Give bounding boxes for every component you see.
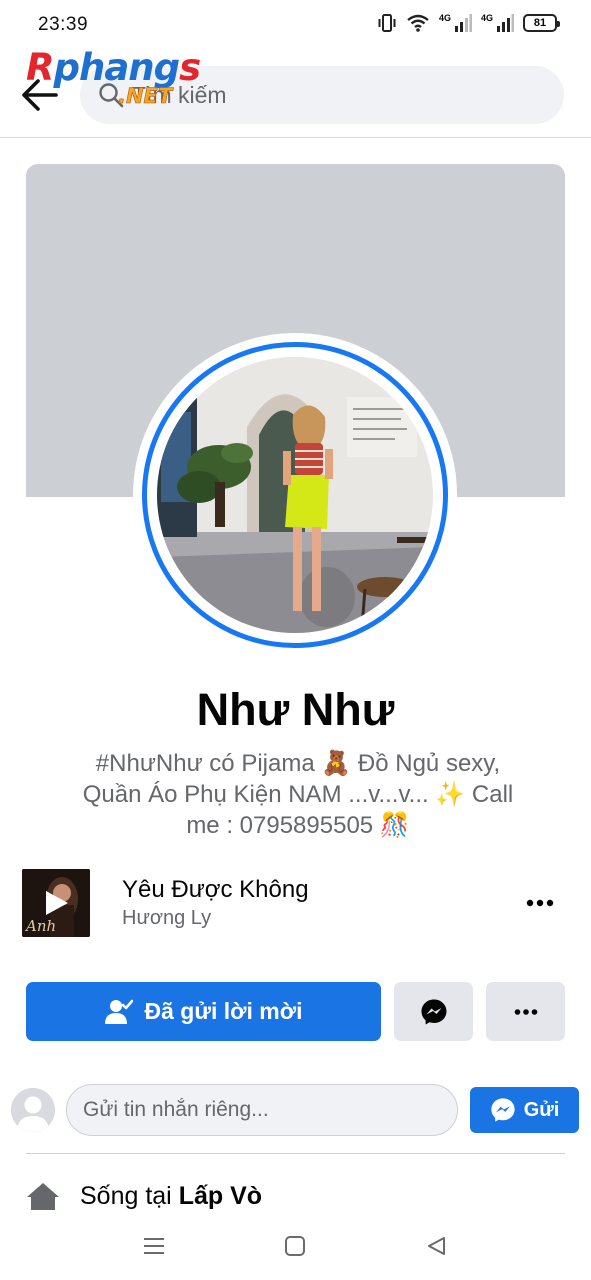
network-label-1: 4G: [438, 13, 451, 23]
signal-icon: [497, 14, 514, 32]
my-avatar: [11, 1088, 55, 1132]
vibrate-icon: [378, 14, 396, 32]
search-input[interactable]: [132, 81, 512, 109]
back-button[interactable]: [18, 74, 60, 116]
battery-indicator: 81: [523, 14, 560, 32]
battery-level: 81: [533, 17, 547, 29]
bio-line: #NhưNhư có Pijama 🧸 Đồ Ngủ sexy,: [95, 750, 501, 777]
music-more-button[interactable]: [520, 887, 560, 919]
bio-line: me : 0795895505 🎊: [186, 812, 410, 839]
profile-bio: #NhưNhư có Pijama 🧸 Đồ Ngủ sexy, Quần Áo…: [58, 748, 538, 841]
more-dots-icon: [526, 899, 554, 907]
song-title: Yêu Được Không: [122, 876, 309, 903]
bio-line: Quần Áo Phụ Kiện NAM ...v...v... ✨ Call: [82, 781, 514, 808]
person-check-icon: [104, 999, 133, 1024]
search-bar[interactable]: [80, 66, 564, 124]
nav-back-button[interactable]: [416, 1230, 456, 1262]
messenger-icon: [421, 999, 446, 1024]
song-cover-text: Anh: [26, 917, 57, 935]
status-icons: 4G 4G 81: [377, 13, 560, 32]
menu-icon: [144, 1238, 164, 1254]
profile-music[interactable]: Anh Yêu Được Không Hương Ly: [22, 869, 570, 937]
private-message-input[interactable]: [66, 1084, 458, 1136]
send-message-button[interactable]: Gửi: [470, 1087, 579, 1133]
song-artist: Hương Ly: [122, 907, 212, 929]
network-label-2: 4G: [480, 13, 493, 23]
profile-name: Như Như: [196, 684, 395, 735]
signal-icon: [454, 14, 472, 32]
system-nav-bar: [0, 1210, 591, 1280]
wifi-icon: [407, 14, 429, 32]
profile-avatar[interactable]: [157, 357, 433, 633]
triangle-back-icon: [428, 1237, 445, 1255]
location-text: Sống tại Lấp Vò: [80, 1182, 262, 1211]
friend-request-label: Đã gửi lời mời: [144, 998, 303, 1024]
status-bar: 23:39 4G 4G 81: [0, 0, 591, 52]
nav-menu-button[interactable]: [134, 1230, 174, 1262]
messenger-icon: [491, 1098, 515, 1122]
search-icon: [99, 83, 124, 108]
arrow-left-icon: [22, 79, 58, 111]
more-dots-icon: [514, 1008, 537, 1015]
default-avatar-icon: [11, 1088, 55, 1132]
profile-photo: [157, 357, 433, 633]
messenger-button[interactable]: [394, 982, 473, 1041]
location-prefix: Sống tại: [80, 1182, 179, 1210]
location-place[interactable]: Lấp Vò: [179, 1182, 262, 1210]
square-icon: [285, 1236, 305, 1256]
status-time: 23:39: [38, 14, 89, 35]
send-label: Gửi: [523, 1098, 560, 1121]
app-header: [0, 52, 591, 138]
home-icon: [27, 1183, 59, 1212]
friend-request-sent-button[interactable]: Đã gửi lời mời: [26, 982, 381, 1041]
section-divider: [26, 1153, 565, 1154]
song-cover[interactable]: Anh: [22, 869, 90, 937]
more-actions-button[interactable]: [486, 982, 565, 1041]
nav-home-button[interactable]: [275, 1230, 315, 1262]
intro-location: Sống tại Lấp Vò: [26, 1178, 565, 1214]
